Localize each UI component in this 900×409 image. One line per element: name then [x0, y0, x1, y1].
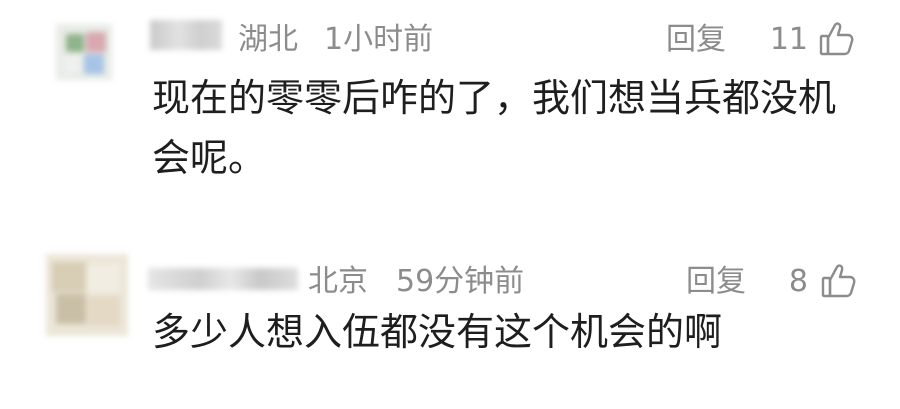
- username-blurred[interactable]: [150, 20, 222, 50]
- reply-button[interactable]: 回复: [686, 264, 746, 300]
- like-count: 11: [769, 22, 808, 57]
- comment-text: 多少人想入伍都没有这个机会的啊: [152, 310, 723, 354]
- user-location: 湖北: [238, 22, 298, 57]
- user-avatar[interactable]: [56, 24, 112, 80]
- comment-time: 1小时前: [324, 22, 434, 57]
- comment-time: 59分钟前: [396, 264, 525, 299]
- user-avatar[interactable]: [46, 254, 128, 336]
- thumbs-up-icon[interactable]: [816, 19, 856, 59]
- thumbs-up-icon[interactable]: [818, 261, 858, 301]
- comment-item: 湖北 1小时前 回复 11 现在的零零后咋的了，我们想当兵都没机会呢。: [0, 0, 900, 230]
- like-count: 8: [788, 264, 808, 299]
- reply-button[interactable]: 回复: [666, 22, 726, 58]
- user-location: 北京: [308, 264, 368, 299]
- comment-text: 现在的零零后咋的了，我们想当兵都没机会呢。: [152, 76, 837, 180]
- comment-item: 北京 59分钟前 回复 8 多少人想入伍都没有这个机会的啊: [0, 240, 900, 409]
- username-blurred[interactable]: [148, 268, 298, 290]
